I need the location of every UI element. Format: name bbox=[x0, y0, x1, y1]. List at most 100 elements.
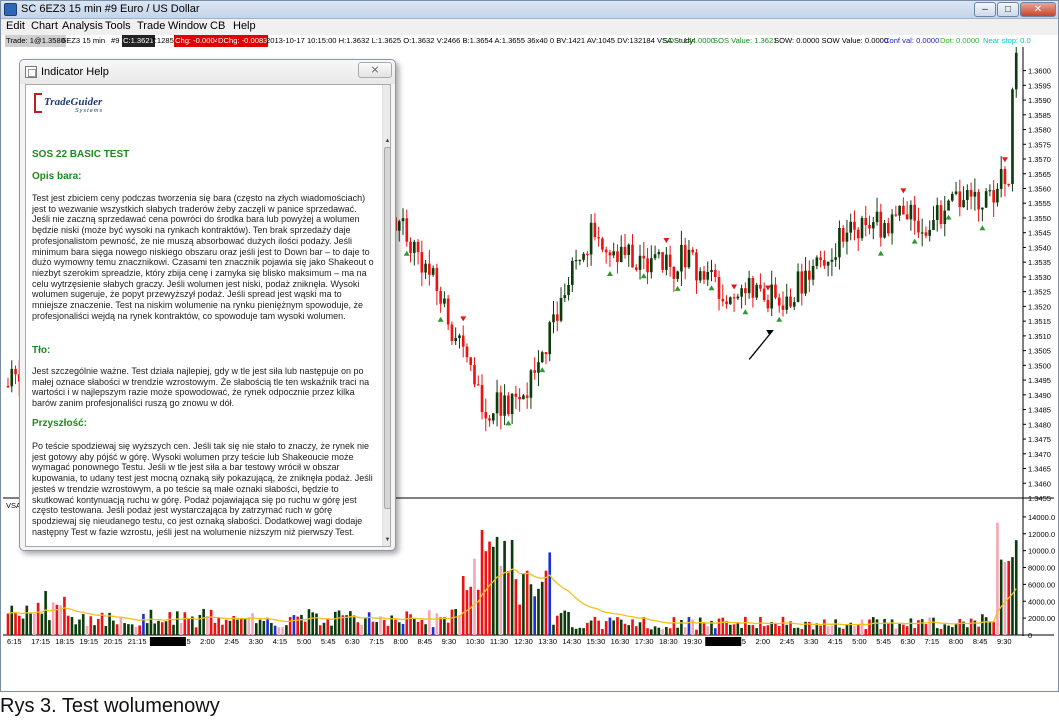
price-bar-up bbox=[935, 205, 939, 221]
volume-bar bbox=[401, 623, 405, 635]
price-bar-up bbox=[834, 257, 837, 260]
menu-chart[interactable]: Chart bbox=[31, 20, 58, 32]
price-bar-up bbox=[529, 370, 533, 398]
volume-bar bbox=[333, 611, 337, 635]
volume-bar bbox=[431, 627, 435, 635]
price-bar-up bbox=[612, 251, 616, 256]
price-bar-up bbox=[653, 254, 657, 259]
price-bar-down bbox=[668, 254, 672, 267]
price-bar-down bbox=[488, 418, 491, 421]
volume-bar bbox=[51, 602, 55, 635]
price-bar-down bbox=[420, 252, 424, 273]
price-tick-label: 1.3510 bbox=[1028, 332, 1051, 341]
menu-trade[interactable]: Trade bbox=[137, 20, 165, 32]
price-bar-down bbox=[887, 222, 890, 234]
volume-bar bbox=[868, 619, 871, 635]
price-bar-down bbox=[800, 271, 804, 294]
volume-bar bbox=[958, 619, 962, 635]
dialog-scrollbar[interactable]: ▲ ▼ bbox=[382, 85, 390, 546]
volume-bar bbox=[984, 617, 988, 635]
volume-tick-label: 6000.00 bbox=[1028, 580, 1055, 589]
dialog-close-button[interactable]: ⨯ bbox=[358, 62, 392, 78]
time-tick-label: 15:30 bbox=[587, 637, 606, 646]
menu-help[interactable]: Help bbox=[233, 20, 256, 32]
volume-bar bbox=[386, 625, 390, 635]
close-button[interactable]: ✕ bbox=[1020, 2, 1056, 17]
volume-bar bbox=[638, 622, 642, 635]
price-bar-down bbox=[841, 227, 845, 242]
volume-bar bbox=[371, 621, 375, 635]
volume-bar bbox=[661, 629, 664, 635]
price-bar-down bbox=[717, 277, 721, 299]
menu-cb[interactable]: CB bbox=[210, 20, 225, 32]
volume-bar bbox=[405, 611, 409, 635]
price-tick-label: 1.3480 bbox=[1028, 420, 1051, 429]
price-bar-up bbox=[984, 191, 988, 208]
price-bar-down bbox=[507, 395, 510, 415]
minimize-button[interactable]: – bbox=[974, 2, 996, 17]
price-tick-label: 1.3525 bbox=[1028, 288, 1051, 297]
menu-analysis[interactable]: Analysis bbox=[62, 20, 103, 32]
price-bar-up bbox=[792, 301, 796, 307]
price-bar-up bbox=[838, 227, 841, 258]
volume-bar bbox=[589, 620, 593, 635]
volume-bar bbox=[582, 628, 585, 635]
menu-edit[interactable]: Edit bbox=[6, 20, 25, 32]
price-bar-down bbox=[713, 270, 717, 278]
volume-bar bbox=[428, 610, 431, 635]
volume-bar bbox=[777, 626, 781, 635]
price-bar-up bbox=[698, 271, 702, 281]
price-bar-up bbox=[999, 168, 1003, 189]
price-bar-down bbox=[759, 284, 762, 289]
volume-bar bbox=[525, 570, 529, 635]
title-bar: SC 6EZ3 15 min #9 Euro / US Dollar – □ ✕ bbox=[1, 1, 1058, 19]
volume-bar bbox=[446, 622, 450, 635]
volume-bar bbox=[838, 627, 841, 635]
price-bar-down bbox=[604, 249, 608, 253]
near-stop-readout: Near stop: 0.0 bbox=[983, 36, 1031, 45]
price-bar-up bbox=[552, 314, 555, 323]
volume-bar bbox=[495, 536, 499, 635]
menu-tools[interactable]: Tools bbox=[105, 20, 131, 32]
section-text-background: Jest szczególnie ważne. Test działa najl… bbox=[32, 366, 370, 409]
price-bar-down bbox=[409, 241, 412, 253]
maximize-button[interactable]: □ bbox=[997, 2, 1019, 17]
price-bar-down bbox=[586, 253, 589, 255]
menu-window[interactable]: Window bbox=[168, 20, 207, 32]
volume-bar bbox=[510, 539, 514, 635]
price-bar-down bbox=[484, 412, 488, 419]
price-bar-up bbox=[849, 221, 853, 233]
price-bar-up bbox=[928, 229, 932, 236]
volume-bar bbox=[254, 623, 258, 635]
price-bar-down bbox=[544, 352, 548, 355]
price-bar-down bbox=[416, 241, 420, 253]
price-bar-up bbox=[503, 395, 506, 416]
price-tick-label: 1.3470 bbox=[1028, 450, 1051, 459]
help-heading: SOS 22 BASIC TEST bbox=[32, 149, 130, 160]
time-tick-label: 9:30 bbox=[442, 637, 457, 646]
price-bar-up bbox=[973, 191, 977, 197]
window-icon bbox=[25, 66, 37, 78]
volume-bar bbox=[695, 629, 698, 635]
scroll-down-icon[interactable]: ▼ bbox=[383, 536, 390, 545]
price-bar-down bbox=[732, 297, 736, 299]
scroll-thumb[interactable] bbox=[384, 147, 390, 509]
time-tick-label: 3:30 bbox=[804, 637, 819, 646]
volume-bar bbox=[461, 576, 465, 635]
time-tick-label: 11:30 bbox=[490, 637, 508, 646]
volume-bar bbox=[213, 622, 217, 635]
price-bar-down bbox=[428, 263, 431, 275]
price-bar-down bbox=[774, 284, 777, 298]
time-tick-label: 10:30 bbox=[466, 637, 485, 646]
volume-bar bbox=[424, 624, 427, 635]
price-bar-up bbox=[649, 258, 653, 273]
volume-bar bbox=[698, 617, 702, 635]
volume-bar bbox=[672, 617, 676, 635]
price-tick-label: 1.3460 bbox=[1028, 479, 1051, 488]
price-bar-down bbox=[1007, 183, 1011, 186]
volume-bar bbox=[890, 619, 894, 635]
volume-bar bbox=[10, 605, 14, 635]
scroll-up-icon[interactable]: ▲ bbox=[383, 137, 390, 146]
price-bar-down bbox=[913, 204, 916, 221]
price-bar-down bbox=[819, 257, 822, 260]
